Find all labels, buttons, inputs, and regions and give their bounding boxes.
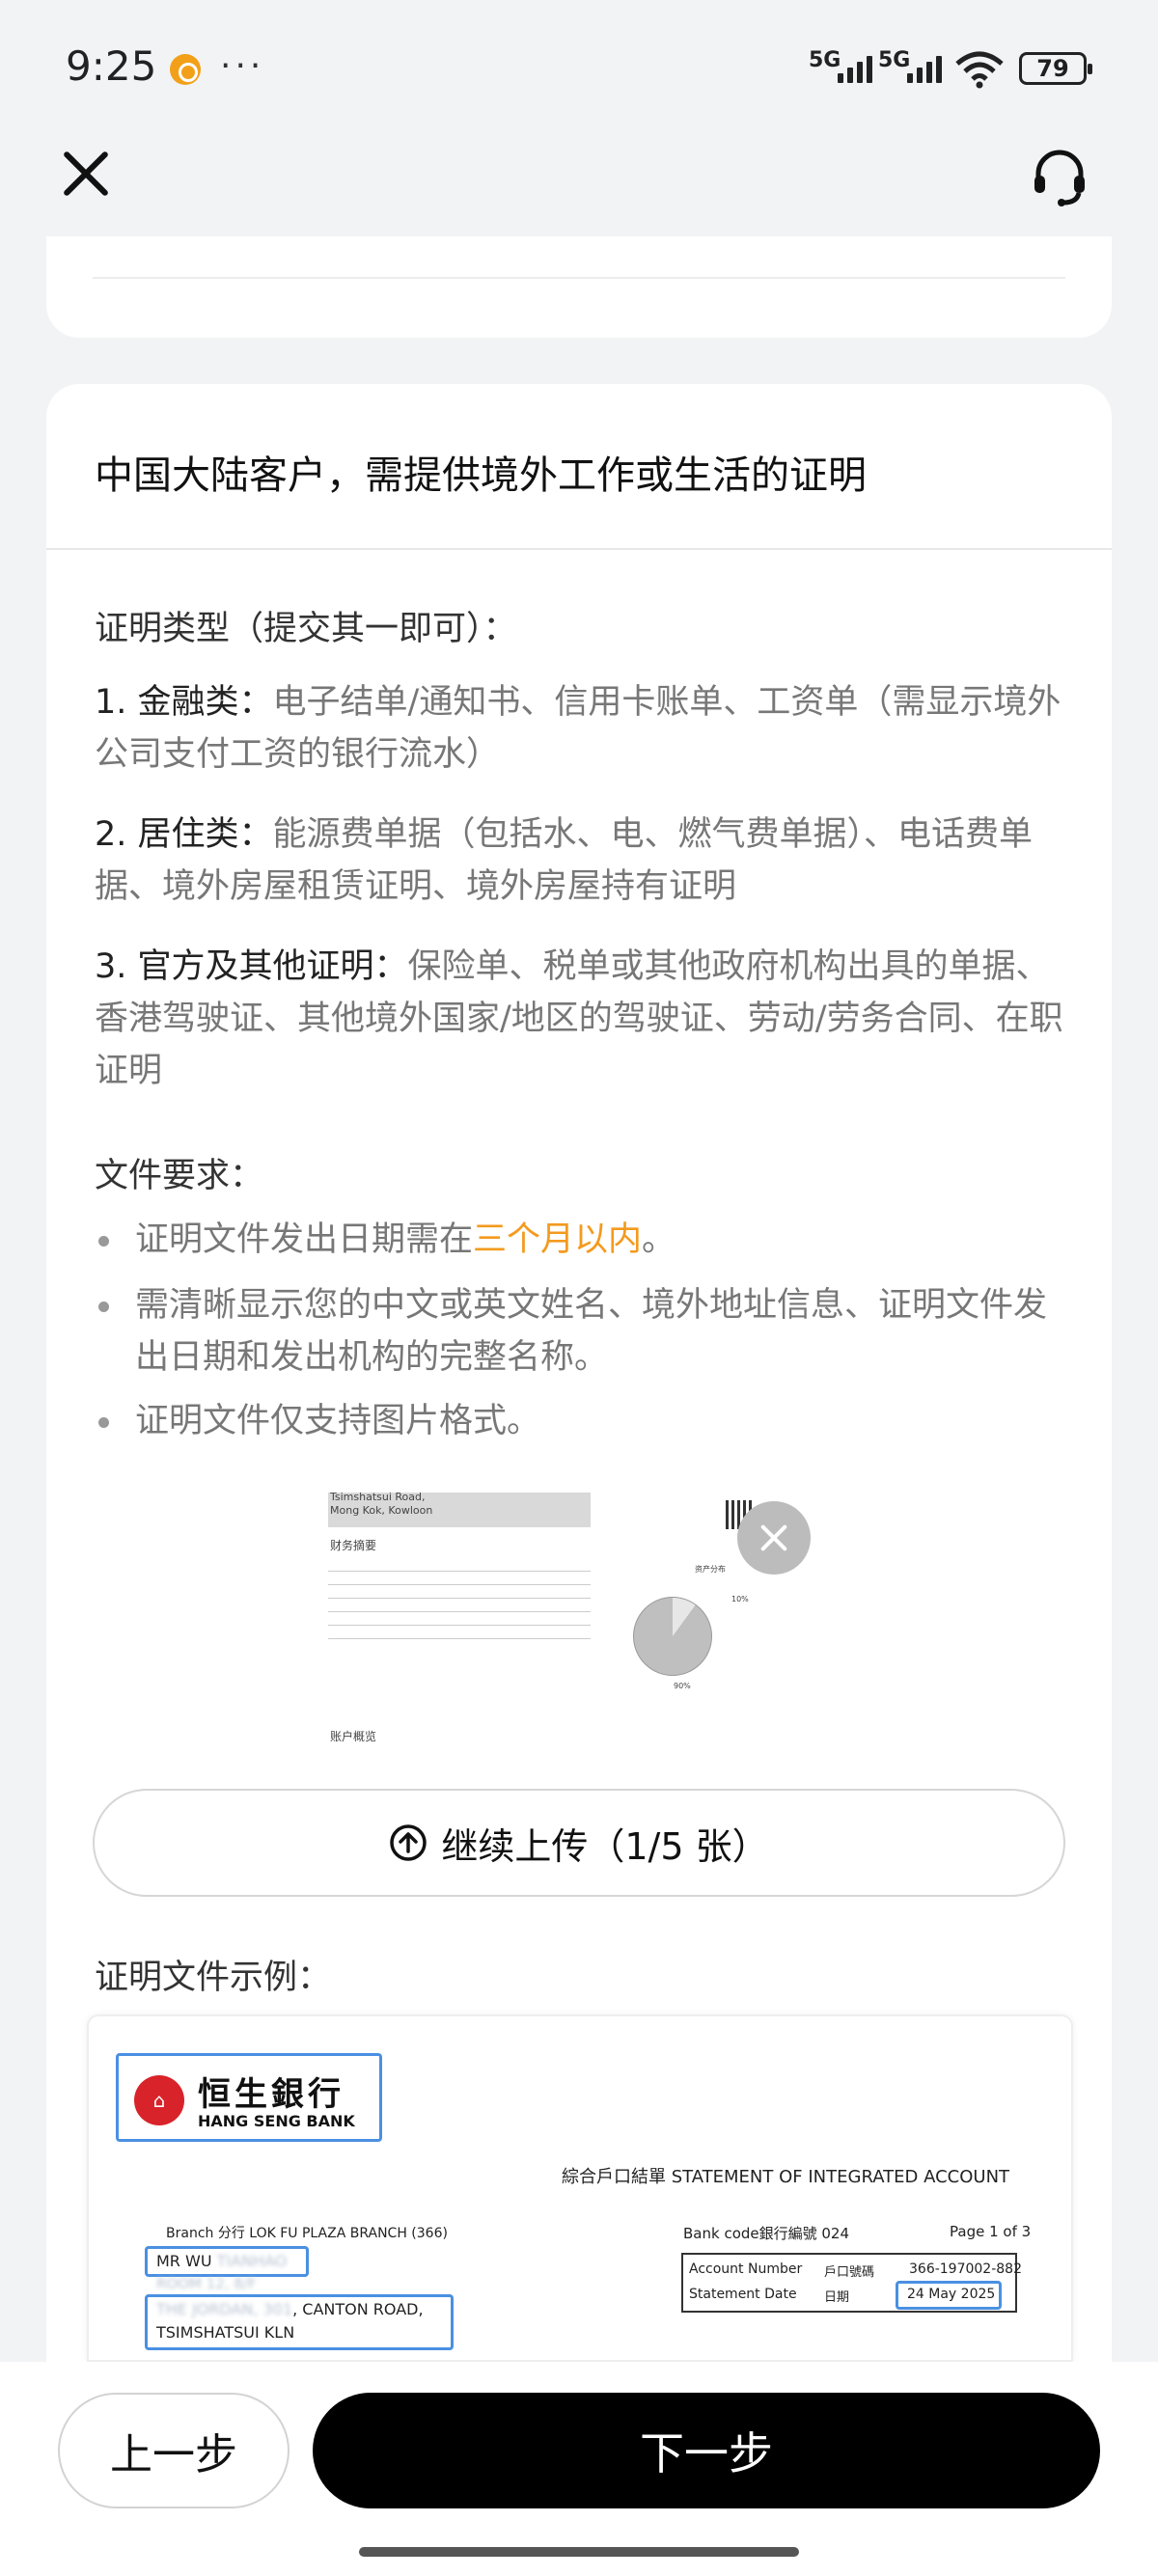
proof-type-residence: 2. 居住类：能源费单据（包括水、电、燃气费单据）、电话费单据、境外房屋租赁证明… — [95, 815, 1034, 906]
app-notification-icon — [170, 54, 201, 85]
upload-icon — [390, 1824, 427, 1861]
preview-pie-pct-1: 10% — [731, 1595, 749, 1603]
page-info: Page 1 of 3 — [950, 2223, 1032, 2240]
proof-type-financial: 1. 金融类：电子结单/通知书、信用卡账单、工资单（需显示境外公司支付工资的银行… — [95, 683, 1062, 774]
bottom-action-bar: 上一步 下一步 — [0, 2362, 1158, 2576]
statement-date-label-cn: 日期 — [824, 2290, 850, 2305]
proof-types-title: 证明类型（提交其一即可）： — [95, 610, 517, 648]
requirement-date: 证明文件发出日期需在三个月以内。 — [95, 1214, 1079, 1266]
bank-code: Bank code銀行編號 024 — [683, 2225, 850, 2242]
sample-statement-image: ⌂ 恒生銀行 HANG SENG BANK 綜合戶口結單 STATEMENT O… — [87, 2014, 1073, 2362]
requirement-content: 需清晰显示您的中文或英文姓名、境外地址信息、证明文件发出日期和发出机构的完整名称… — [95, 1279, 1079, 1384]
statement-date-label: Statement Date — [689, 2287, 797, 2302]
statement-title: 綜合戶口結單 STATEMENT OF INTEGRATED ACCOUNT — [562, 2167, 1010, 2187]
account-number: 366-197002-882 — [909, 2261, 1022, 2277]
signal-icon — [838, 52, 872, 83]
previous-card — [46, 236, 1112, 338]
date-highlight: 三个月以内 — [473, 1220, 643, 1259]
bank-name-en: HANG SENG BANK — [198, 2112, 355, 2130]
headset-icon[interactable] — [1029, 147, 1090, 208]
bank-name-cn: 恒生銀行 — [198, 2075, 345, 2114]
next-step-button[interactable]: 下一步 — [313, 2393, 1100, 2508]
network-type-1: 5G — [809, 48, 841, 72]
previous-step-button[interactable]: 上一步 — [58, 2393, 290, 2508]
more-notifications-icon: ··· — [220, 46, 265, 86]
requirements-title: 文件要求： — [95, 1157, 264, 1195]
signal-icon — [907, 52, 942, 83]
customer-name: MR WU TIANHAO — [156, 2252, 288, 2270]
preview-pie-label: 资产分布 — [695, 1565, 726, 1574]
customer-address-1: ROOM 12, 8/F — [156, 2275, 257, 2292]
preview-table — [328, 1558, 591, 1639]
home-indicator[interactable] — [359, 2547, 799, 2557]
preview-address-2: Mong Kok, Kowloon — [330, 1504, 433, 1517]
preview-summary-label: 财务摘要 — [330, 1539, 377, 1552]
preview-pie-pct-2: 90% — [674, 1682, 691, 1690]
bank-logo: ⌂ 恒生銀行 HANG SENG BANK — [116, 2053, 382, 2142]
branch-info: Branch 分行 LOK FU PLAZA BRANCH (366) — [166, 2226, 448, 2241]
status-bar: 9:25 ··· 5G 5G 79 — [0, 0, 1158, 135]
example-title: 证明文件示例： — [95, 1959, 332, 1997]
preview-address-1: Tsimshatsui Road, — [330, 1491, 426, 1503]
wifi-icon — [955, 51, 1004, 89]
preview-overview-label: 账户概览 — [330, 1730, 377, 1743]
account-number-label-cn: 戶口號碼 — [824, 2265, 875, 2280]
divider — [93, 277, 1065, 279]
network-type-2: 5G — [878, 48, 911, 72]
close-icon[interactable] — [60, 149, 110, 199]
bank-emblem-icon: ⌂ — [134, 2075, 184, 2125]
status-time: 9:25 — [66, 42, 157, 90]
remove-image-button[interactable] — [737, 1501, 811, 1575]
preview-pie-chart — [633, 1597, 712, 1676]
continue-upload-label: 继续上传（1/5 张） — [441, 1824, 769, 1868]
continue-upload-button[interactable]: 继续上传（1/5 张） — [93, 1789, 1065, 1897]
requirement-format: 证明文件仅支持图片格式。 — [95, 1395, 1079, 1447]
uploaded-image-preview[interactable]: Tsimshatsui Road, Mong Kok, Kowloon 财务摘要… — [328, 1481, 811, 1751]
proof-type-official: 3. 官方及其他证明：保险单、税单或其他政府机构出具的单据、香港驾驶证、其他境外… — [95, 947, 1063, 1090]
account-number-label: Account Number — [689, 2261, 803, 2277]
customer-address-city: TSIMSHATSUI KLN — [156, 2323, 295, 2342]
statement-date: 24 May 2025 — [907, 2287, 996, 2302]
section-heading: 中国大陆客户，需提供境外工作或生活的证明 — [95, 453, 867, 498]
battery-indicator: 79 — [1019, 52, 1092, 85]
customer-address-2: THE JORDAN, 301, CANTON ROAD, — [156, 2300, 424, 2318]
divider — [46, 548, 1112, 550]
